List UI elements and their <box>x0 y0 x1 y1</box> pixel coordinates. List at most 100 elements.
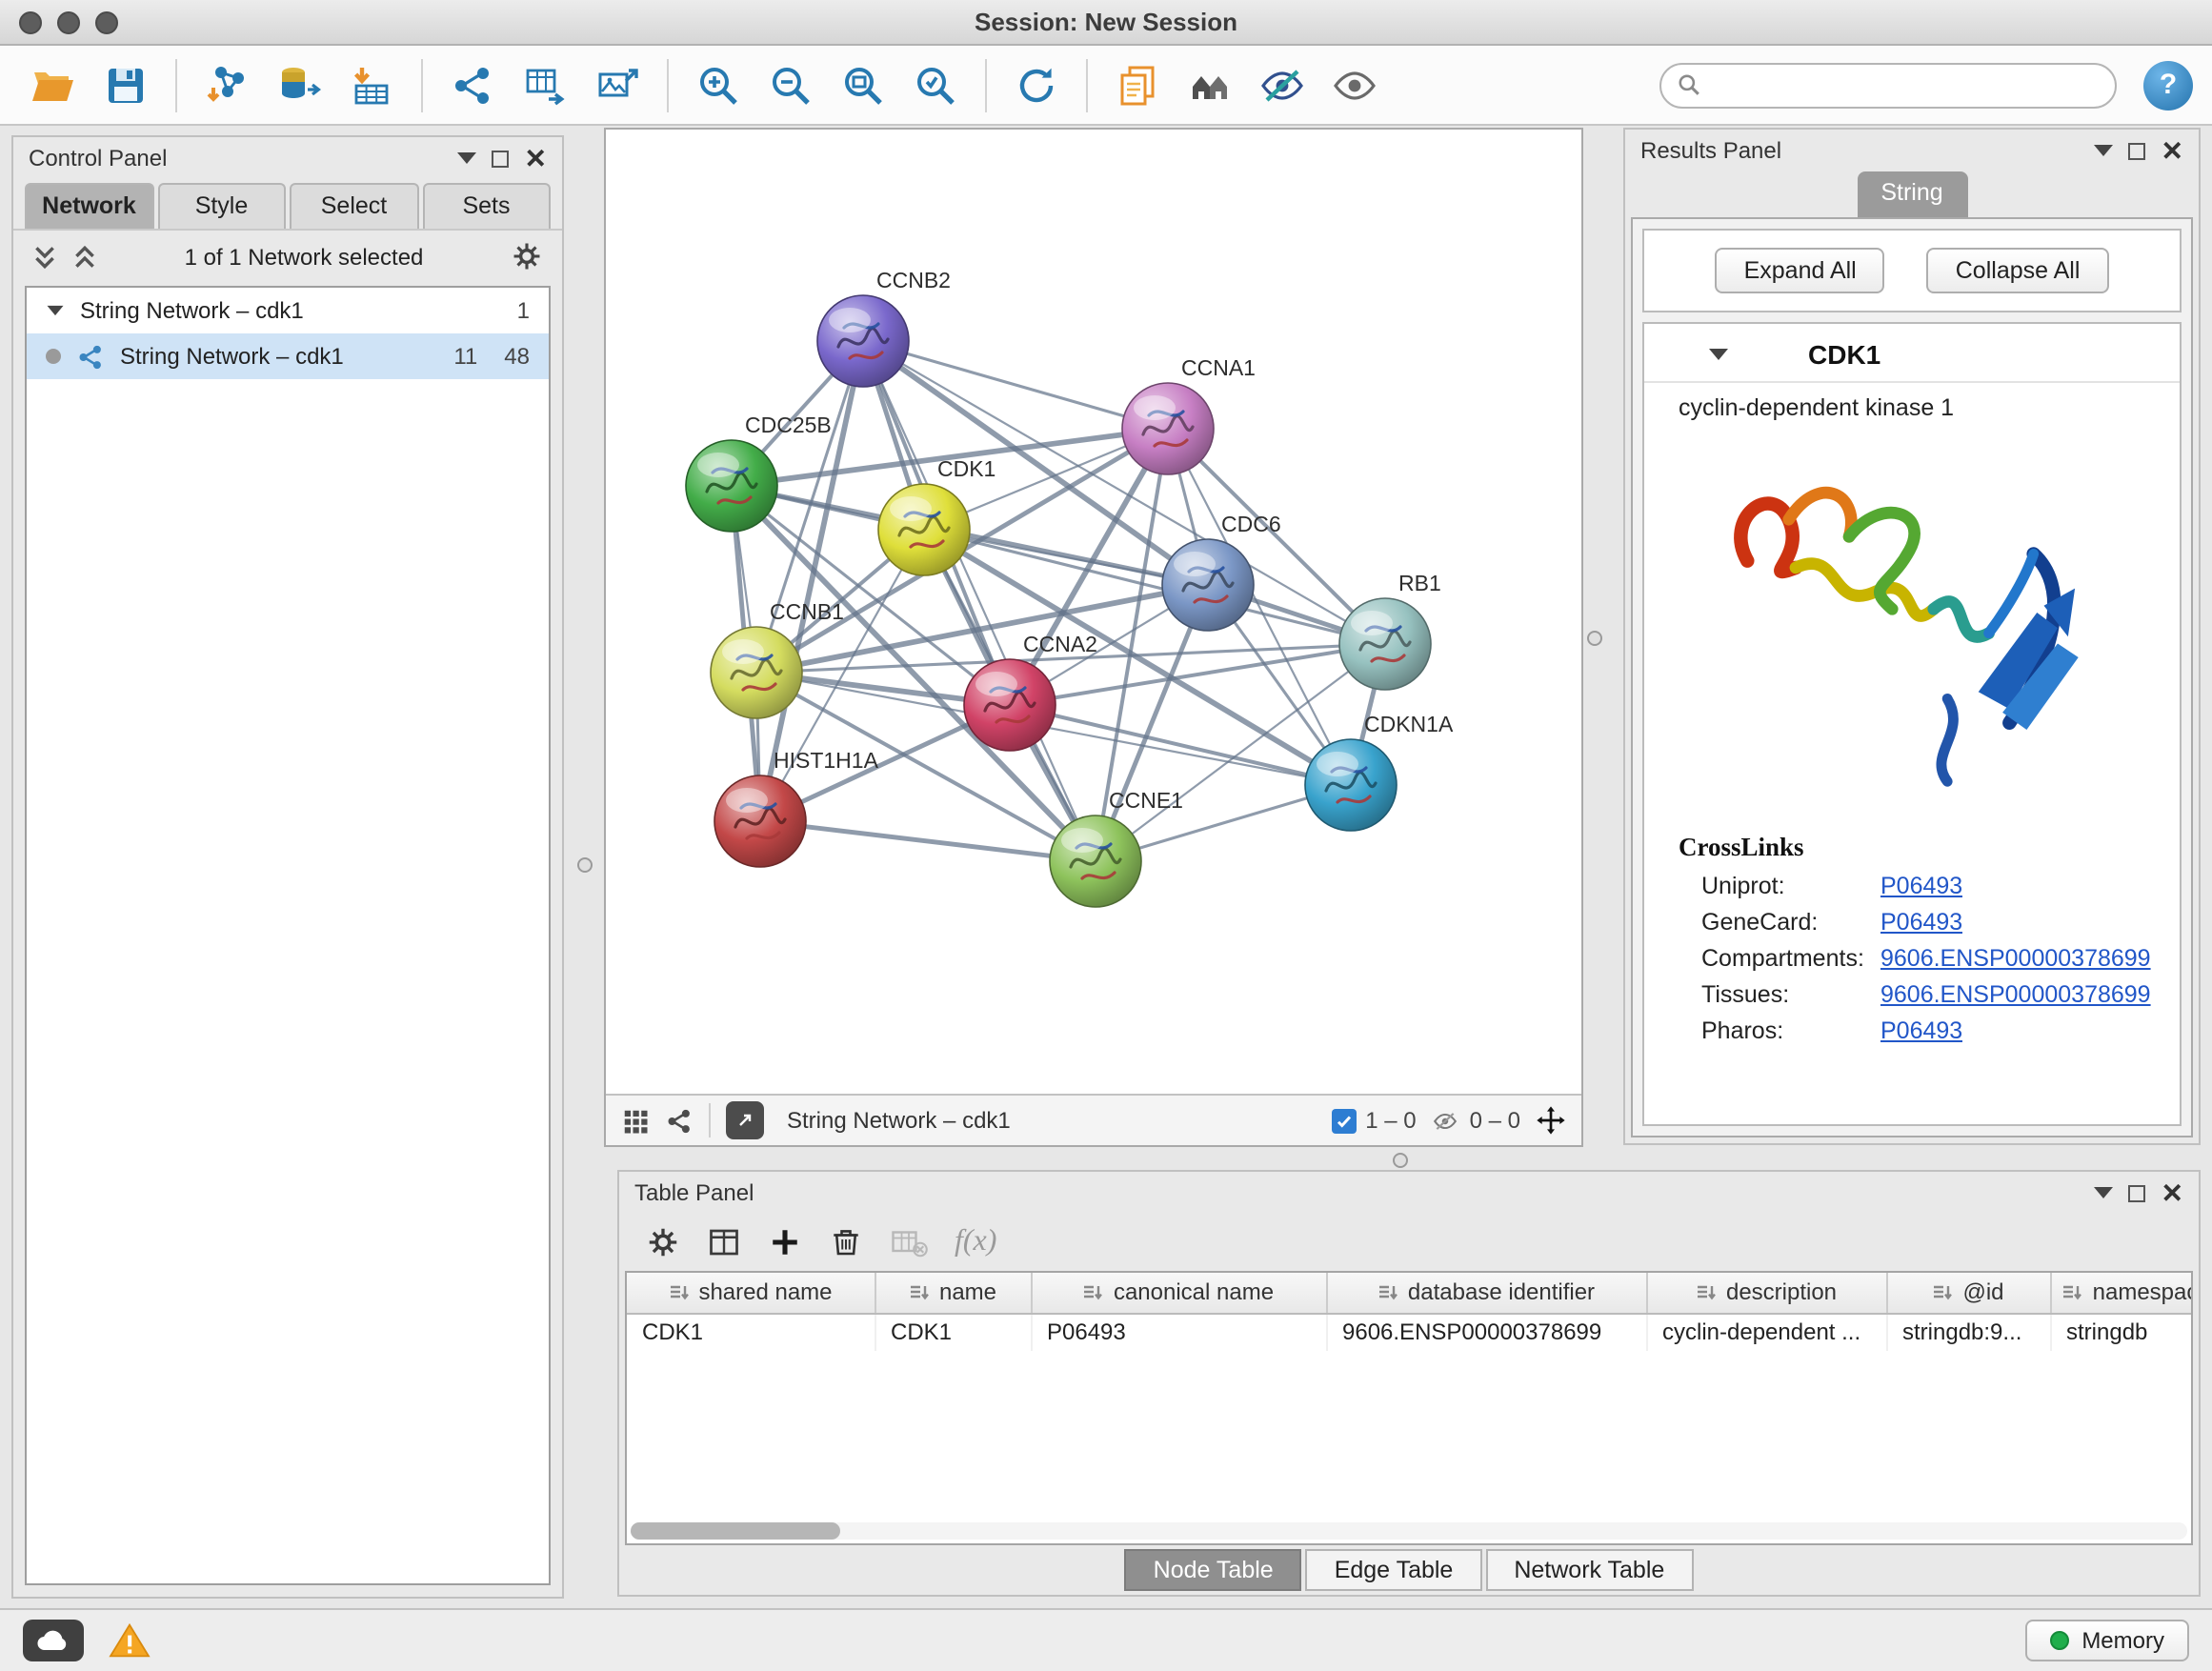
network-node-CCNB2[interactable] <box>817 295 909 387</box>
collapse-all-icon[interactable] <box>32 243 57 270</box>
zoom-in-button[interactable] <box>684 52 753 117</box>
network-node-CCNA1[interactable] <box>1122 383 1214 474</box>
tab-select[interactable]: Select <box>290 183 418 229</box>
cell-at-id[interactable]: stringdb:9... <box>1886 1313 2050 1351</box>
open-session-button[interactable] <box>19 52 88 117</box>
grid-view-icon[interactable] <box>621 1106 650 1135</box>
network-node-CDC6[interactable] <box>1162 539 1254 631</box>
network-node-CCNA2[interactable] <box>964 659 1056 751</box>
zoom-out-button[interactable] <box>756 52 825 117</box>
network-node-CDK1[interactable] <box>878 484 970 575</box>
horizontal-scrollbar[interactable] <box>631 1522 2187 1540</box>
cell-namespace[interactable]: stringdb <box>2050 1313 2193 1351</box>
copy-clipboard-button[interactable] <box>1103 52 1172 117</box>
column-header[interactable]: name <box>875 1273 1031 1313</box>
network-edge[interactable] <box>863 341 1168 429</box>
column-header[interactable]: database identifier <box>1326 1273 1646 1313</box>
close-panel-icon[interactable]: ✕ <box>2162 1179 2183 1206</box>
close-panel-icon[interactable]: ✕ <box>2162 137 2183 164</box>
expand-all-button[interactable]: Expand All <box>1716 248 1885 293</box>
network-node-CCNE1[interactable] <box>1050 815 1141 907</box>
expand-all-icon[interactable] <box>72 243 97 270</box>
function-builder-button[interactable]: f(x) <box>955 1225 996 1259</box>
show-all-button[interactable] <box>1320 52 1389 117</box>
pan-crosshair-icon[interactable] <box>1536 1105 1566 1136</box>
memory-button[interactable]: Memory <box>2024 1620 2189 1661</box>
splitter-handle[interactable] <box>1393 1153 1408 1168</box>
cell-shared-name[interactable]: CDK1 <box>627 1313 875 1351</box>
network-node-CCNB1[interactable] <box>711 627 802 718</box>
export-image-button[interactable] <box>583 52 652 117</box>
protein-card-header[interactable]: CDK1 <box>1644 324 2180 383</box>
crosslink-link[interactable]: P06493 <box>1880 873 1962 899</box>
import-network-file-button[interactable] <box>192 52 261 117</box>
close-panel-icon[interactable]: ✕ <box>525 145 547 171</box>
scrollbar-thumb[interactable] <box>631 1522 840 1540</box>
splitter-handle[interactable] <box>577 857 593 873</box>
network-options-gear-icon[interactable] <box>511 240 543 272</box>
panel-menu-icon[interactable] <box>458 152 477 164</box>
panel-menu-icon[interactable] <box>2095 1187 2114 1198</box>
collection-expander-icon[interactable] <box>48 306 64 315</box>
export-table-button[interactable] <box>511 52 579 117</box>
crosslink-link[interactable]: P06493 <box>1880 1017 1962 1044</box>
export-network-button[interactable] <box>438 52 507 117</box>
first-neighbors-button[interactable] <box>1176 52 1244 117</box>
tab-style[interactable]: Style <box>157 183 286 229</box>
hide-selected-button[interactable] <box>1248 52 1317 117</box>
table-row[interactable]: CDK1 CDK1 P06493 9606.ENSP00000378699 cy… <box>627 1313 2193 1351</box>
cell-canonical-name[interactable]: P06493 <box>1031 1313 1326 1351</box>
network-node-RB1[interactable] <box>1339 598 1431 690</box>
zoom-fit-button[interactable] <box>829 52 897 117</box>
tab-network-table[interactable]: Network Table <box>1485 1549 1693 1591</box>
network-node-CDKN1A[interactable] <box>1305 739 1397 831</box>
tab-edge-table[interactable]: Edge Table <box>1306 1549 1482 1591</box>
cell-description[interactable]: cyclin-dependent ... <box>1646 1313 1886 1351</box>
cell-name[interactable]: CDK1 <box>875 1313 1031 1351</box>
delete-column-trash-icon[interactable] <box>829 1225 863 1259</box>
help-button[interactable]: ? <box>2143 60 2193 110</box>
search-field[interactable] <box>1659 62 2117 108</box>
panel-menu-icon[interactable] <box>2095 145 2114 156</box>
splitter-handle[interactable] <box>1587 631 1602 646</box>
float-panel-icon[interactable] <box>2129 1184 2146 1201</box>
network-collection-row[interactable]: String Network – cdk1 1 <box>27 288 549 333</box>
delete-table-icon[interactable] <box>890 1225 928 1259</box>
column-header[interactable]: namespac <box>2050 1273 2193 1313</box>
selection-checkbox-icon[interactable] <box>1331 1108 1356 1133</box>
tab-node-table[interactable]: Node Table <box>1125 1549 1302 1591</box>
tab-network[interactable]: Network <box>25 183 153 229</box>
float-panel-icon[interactable] <box>493 150 510 167</box>
crosslink-link[interactable]: P06493 <box>1880 909 1962 936</box>
network-node-CDC25B[interactable] <box>686 440 777 532</box>
column-header[interactable]: shared name <box>627 1273 875 1313</box>
cloud-status-button[interactable] <box>23 1620 84 1661</box>
network-edge[interactable] <box>1010 705 1351 785</box>
cell-database-identifier[interactable]: 9606.ENSP00000378699 <box>1326 1313 1646 1351</box>
tab-string[interactable]: String <box>1857 171 1967 217</box>
section-expander-icon[interactable] <box>1709 349 1728 360</box>
refresh-view-button[interactable] <box>1002 52 1071 117</box>
network-node-HIST1H1A[interactable] <box>714 775 806 867</box>
zoom-selected-button[interactable] <box>901 52 970 117</box>
network-list-icon[interactable] <box>665 1106 694 1135</box>
network-canvas[interactable]: CCNB2CCNA1CDC25BCDK1CDC6RB1CCNB1CCNA2CDK… <box>606 130 1581 1094</box>
search-input[interactable] <box>1713 71 2100 98</box>
network-edge[interactable] <box>760 821 1096 861</box>
crosslink-link[interactable]: 9606.ENSP00000378699 <box>1880 981 2151 1008</box>
column-header[interactable]: description <box>1646 1273 1886 1313</box>
add-column-icon[interactable] <box>768 1225 802 1259</box>
warnings-button[interactable] <box>103 1618 156 1663</box>
collapse-all-button[interactable]: Collapse All <box>1927 248 2109 293</box>
show-columns-icon[interactable] <box>707 1225 741 1259</box>
save-session-button[interactable] <box>91 52 160 117</box>
import-network-database-button[interactable] <box>265 52 333 117</box>
crosslink-link[interactable]: 9606.ENSP00000378699 <box>1880 945 2151 972</box>
tab-sets[interactable]: Sets <box>422 183 551 229</box>
import-table-button[interactable] <box>337 52 406 117</box>
float-panel-icon[interactable] <box>2129 142 2146 159</box>
detach-view-button[interactable] <box>726 1101 764 1139</box>
column-header[interactable]: canonical name <box>1031 1273 1326 1313</box>
column-header[interactable]: @id <box>1886 1273 2050 1313</box>
network-edge[interactable] <box>863 341 1096 861</box>
